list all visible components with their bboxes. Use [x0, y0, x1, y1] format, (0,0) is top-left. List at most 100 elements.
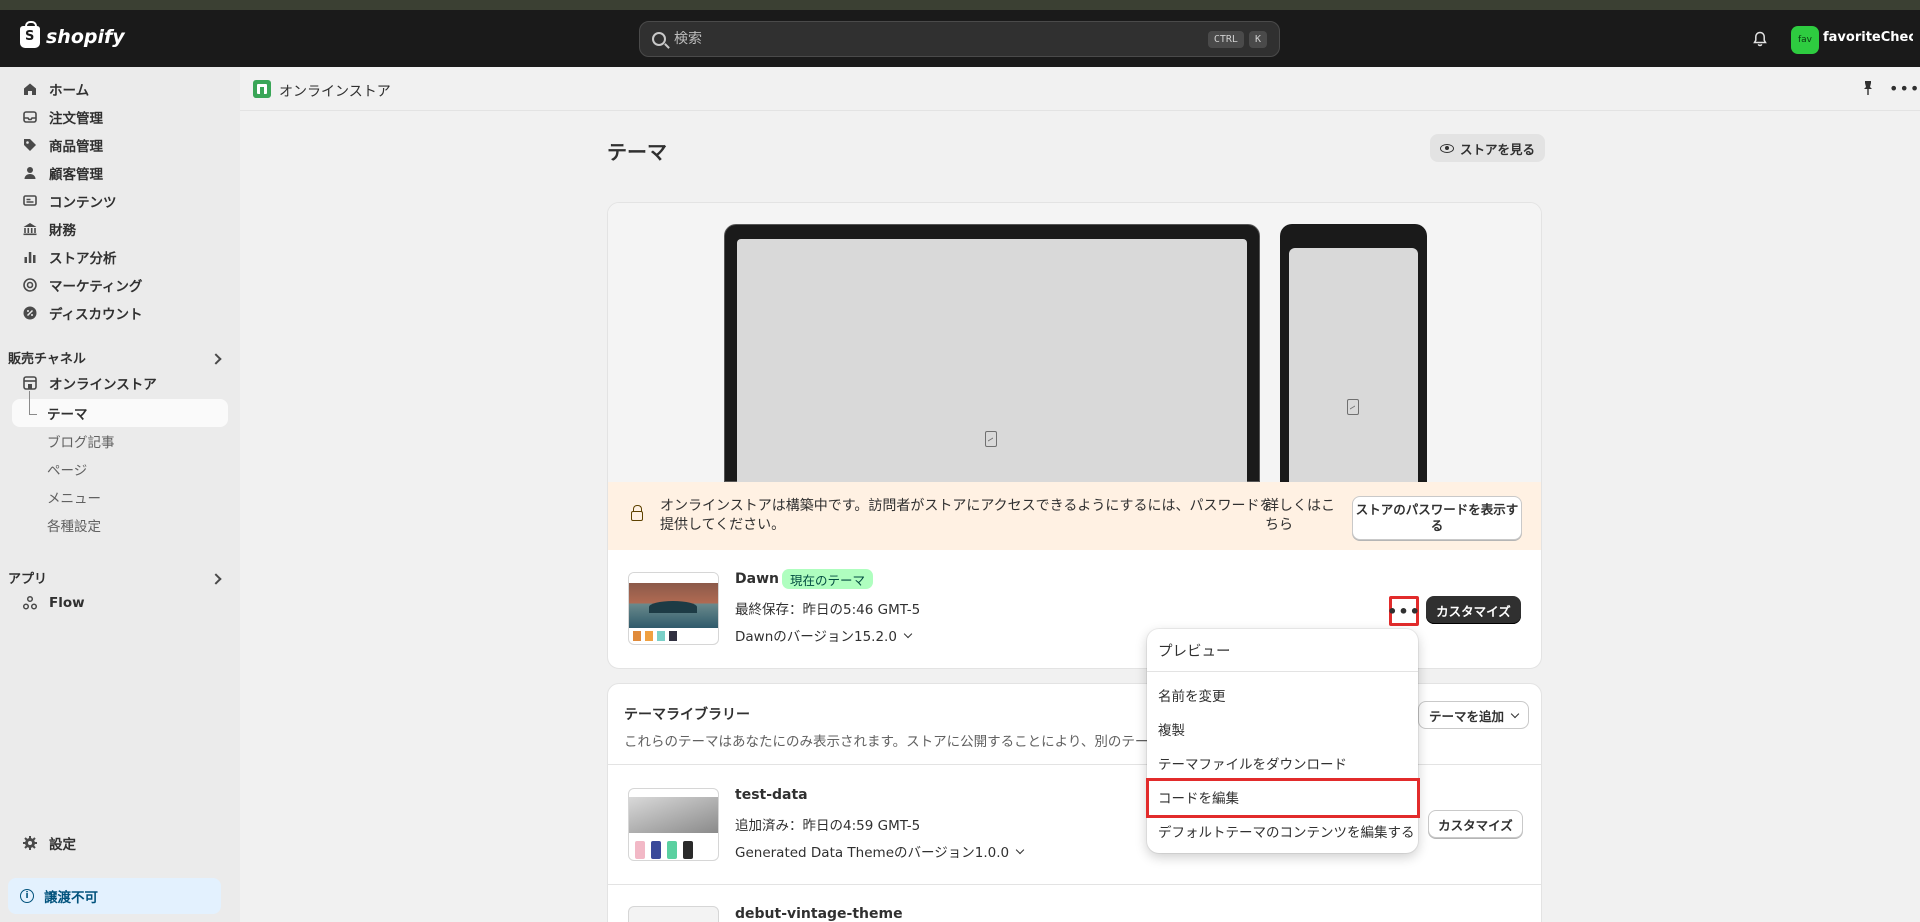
gear-icon	[23, 836, 37, 850]
sidebar-item-label: 財務	[49, 223, 76, 239]
shortcut-ctrl: CTRL	[1207, 30, 1244, 48]
sidebar-item-discounts[interactable]: ディスカウント	[12, 299, 228, 327]
image-placeholder-icon	[1347, 399, 1359, 415]
more-actions-button[interactable]: •••	[1387, 596, 1420, 626]
sidebar-item-customers[interactable]: 顧客管理	[12, 159, 228, 187]
dawn-thumbnail	[628, 572, 719, 645]
menu-item-preview[interactable]: プレビュー	[1147, 634, 1418, 666]
sidebar-item-analytics[interactable]: ストア分析	[12, 243, 228, 271]
non-transferable-notice[interactable]: i 譲渡不可	[8, 878, 221, 914]
brand-name: shopify	[46, 26, 125, 48]
sales-channels-chevron-icon[interactable]	[210, 353, 222, 365]
sidebar-item-label: コンテンツ	[49, 195, 117, 211]
bell-icon[interactable]	[1752, 31, 1768, 47]
inbox-icon	[23, 111, 37, 123]
divider	[608, 884, 1541, 885]
theme-actions-menu: プレビュー 名前を変更 複製 テーマファイルをダウンロード コードを編集 デフォ…	[1147, 629, 1418, 853]
view-store-label: ストアを見る	[1460, 141, 1536, 157]
edit-code-highlight	[1146, 778, 1420, 818]
apps-chevron-icon[interactable]	[210, 573, 222, 585]
sidebar-active-highlight	[12, 399, 228, 427]
sidebar-sub-blog-posts[interactable]: ブログ記事	[47, 427, 115, 455]
notice-label: 譲渡不可	[44, 890, 98, 906]
menu-item-download[interactable]: テーマファイルをダウンロード	[1147, 747, 1418, 779]
view-store-button[interactable]: ストアを見る	[1430, 134, 1546, 162]
add-theme-label: テーマを追加	[1429, 708, 1505, 724]
more-actions-icon[interactable]: •••	[1889, 79, 1920, 98]
sidebar-item-finance[interactable]: 財務	[12, 215, 228, 243]
sidebar-sub-preferences[interactable]: 各種設定	[47, 511, 101, 539]
sidebar-item-label: 顧客管理	[49, 167, 103, 183]
sidebar-item-flow[interactable]: Flow	[12, 589, 228, 617]
customize-button[interactable]: カスタマイズ	[1426, 596, 1521, 624]
theme-version-dropdown[interactable]: Generated Data Themeのバージョン1.0.0	[735, 841, 1025, 861]
theme-name: debut-vintage-theme	[735, 906, 903, 922]
show-password-button[interactable]: ストアのパスワードを表示する	[1352, 496, 1522, 540]
last-saved: 最終保存：昨日の5:46 GMT-5	[735, 602, 921, 618]
sidebar-item-settings[interactable]: 設定	[12, 829, 228, 857]
learn-more-link[interactable]: 詳しくはこちら	[1265, 497, 1345, 535]
theme-name: test-data	[735, 787, 808, 803]
sidebar-item-home[interactable]: ホーム	[12, 75, 228, 103]
search-bar[interactable]: CTRL K	[639, 21, 1280, 57]
sidebar-item-online-store[interactable]: オンラインストア	[12, 369, 228, 397]
page-title: テーマ	[607, 140, 667, 164]
test-data-thumbnail	[628, 788, 719, 861]
sales-channels-label: 販売チャネル	[8, 352, 86, 367]
menu-item-rename[interactable]: 名前を変更	[1147, 679, 1418, 711]
search-icon	[652, 32, 666, 46]
theme-version-dropdown[interactable]: Dawnのバージョン15.2.0	[735, 625, 913, 645]
sidebar-item-content[interactable]: コンテンツ	[12, 187, 228, 215]
sidebar-sub-pages[interactable]: ページ	[47, 455, 87, 483]
bank-icon	[23, 223, 37, 236]
lock-icon	[631, 505, 643, 521]
top-bar: shopify CTRL K fav favoriteCheck	[0, 10, 1920, 67]
search-input[interactable]	[674, 31, 1203, 47]
store-avatar[interactable]: fav	[1791, 26, 1819, 54]
customize-button[interactable]: カスタマイズ	[1428, 810, 1523, 838]
sidebar-item-orders[interactable]: 注文管理	[12, 103, 228, 131]
menu-item-edit-default-content[interactable]: デフォルトテーマのコンテンツを編集する	[1147, 815, 1418, 847]
eye-icon	[1440, 143, 1454, 153]
theme-name: Dawn	[735, 571, 779, 587]
storefront-icon	[23, 376, 37, 390]
sidebar-item-label: オンラインストア	[49, 377, 157, 393]
breadcrumb[interactable]: オンラインストア	[279, 81, 391, 101]
flow-icon	[22, 595, 38, 610]
sidebar-item-label: マーケティング	[49, 279, 143, 295]
chevron-down-icon	[1510, 709, 1520, 718]
sidebar: ホーム 注文管理 商品管理 顧客管理 コンテンツ 財務 ストア分析 マーケティン…	[0, 67, 240, 922]
tree-connector	[29, 391, 37, 415]
shopify-logo[interactable]: shopify	[20, 21, 125, 48]
mobile-screen	[1289, 248, 1418, 482]
add-theme-button[interactable]: テーマを追加	[1418, 701, 1530, 729]
sidebar-item-products[interactable]: 商品管理	[12, 131, 228, 159]
current-theme-badge: 現在のテーマ	[782, 569, 874, 589]
sidebar-item-label: ホーム	[49, 83, 90, 99]
library-title: テーマライブラリー	[624, 707, 750, 723]
breadcrumb-bar: オンラインストア •••	[240, 67, 1920, 111]
pin-icon[interactable]	[1863, 81, 1873, 95]
sidebar-item-label: 注文管理	[49, 111, 103, 127]
person-icon	[24, 167, 36, 179]
store-name[interactable]: favoriteCheck	[1823, 30, 1913, 45]
target-icon	[23, 278, 37, 292]
image-placeholder-icon	[985, 431, 997, 447]
warning-text: オンラインストアは構築中です。訪問者がストアにアクセスできるようにするには、パス…	[660, 498, 1274, 533]
theme-added: 追加済み：昨日の4:59 GMT-5	[735, 818, 921, 834]
chevron-down-icon	[903, 629, 913, 638]
theme-preview[interactable]	[608, 203, 1541, 483]
browser-top-strip	[0, 0, 1920, 10]
menu-item-duplicate[interactable]: 複製	[1147, 713, 1418, 745]
theme-version: Generated Data Themeのバージョン1.0.0	[735, 845, 1010, 861]
sidebar-item-marketing[interactable]: マーケティング	[12, 271, 228, 299]
sidebar-item-label: 商品管理	[49, 139, 103, 155]
sidebar-sub-menus[interactable]: メニュー	[47, 483, 101, 511]
desktop-screen	[737, 239, 1247, 483]
sidebar-sub-themes[interactable]: テーマ	[47, 399, 88, 427]
debut-thumbnail	[628, 906, 719, 922]
sidebar-item-label: ストア分析	[49, 251, 117, 267]
shopify-bag-icon	[20, 21, 40, 48]
content-icon	[23, 195, 37, 206]
sidebar-item-label: Flow	[49, 595, 85, 611]
